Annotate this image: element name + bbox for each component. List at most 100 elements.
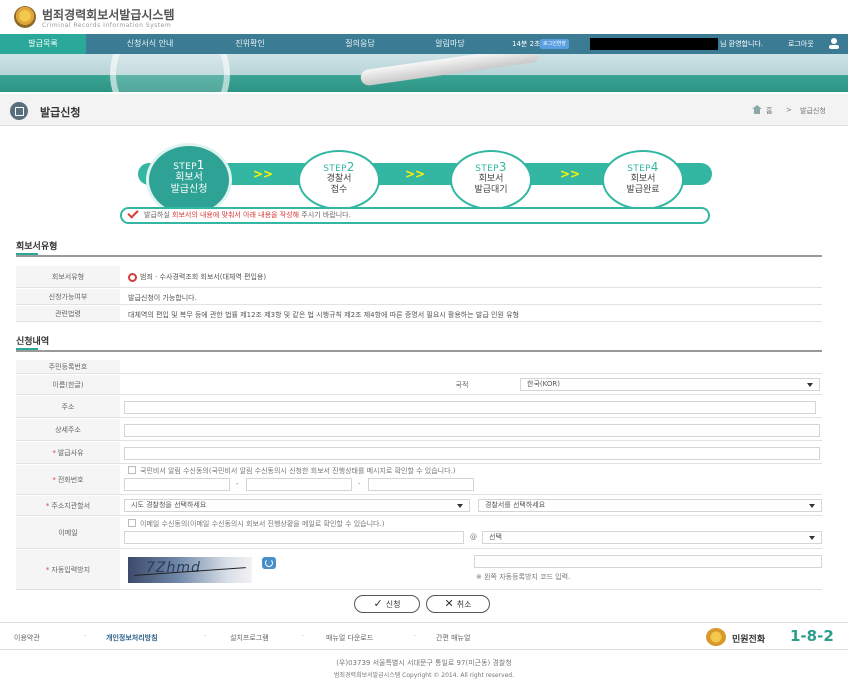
welcome-text: 님 환영합니다.	[720, 40, 764, 48]
police-station-select[interactable]: 경찰서를 선택하세요	[478, 499, 822, 512]
chevron-right-icon: >>	[405, 167, 426, 181]
page-title: 발급신청	[40, 106, 81, 119]
footer-link-quick-manual[interactable]: 간편 매뉴얼	[436, 633, 470, 643]
section-divider	[16, 348, 822, 352]
phone-consent-checkbox[interactable]	[128, 466, 136, 474]
nav-item-issue-list[interactable]: 발급목록	[0, 34, 86, 54]
step-3: STEP3 회보서 발급대기	[450, 150, 532, 210]
phone-part2-input[interactable]	[246, 478, 352, 491]
row-label: 이름(한글)	[16, 375, 120, 394]
phone-part3-input[interactable]	[368, 478, 474, 491]
footer-separator: ·	[204, 632, 207, 640]
row-label: 관련법령	[16, 306, 120, 321]
step-text: 발급대기	[474, 185, 508, 195]
row-label: 신청가능여부	[16, 289, 120, 304]
row-availability: 신청가능여부 발급신청이 가능합니다.	[16, 289, 822, 305]
session-timer: 14분 2초	[512, 40, 541, 48]
step-4: STEP4 회보서 발급완료	[602, 150, 684, 210]
footer-link-install[interactable]: 설치프로그램	[230, 633, 269, 643]
footer-address: (우)03739 서울특별시 서대문구 통일로 97(미근동) 경찰청	[336, 659, 512, 667]
section-title-application: 신청내역	[16, 337, 50, 347]
breadcrumb-home[interactable]: 홈	[766, 106, 772, 116]
notice-banner: 발급하실 회보서의 내용에 맞춰서 아래 내용을 작성해 주시기 바랍니다.	[120, 207, 710, 224]
step-label: STEP1	[173, 158, 205, 172]
magnifier-illustration	[110, 54, 230, 92]
radio-selected-icon[interactable]	[128, 272, 137, 282]
login-extend-button[interactable]: 로그인연장	[540, 39, 570, 49]
row-rrn: 주민등록번호	[16, 360, 822, 374]
step-label: STEP3	[475, 160, 507, 174]
callcenter: 민원전화 1-8-2	[706, 627, 846, 647]
nationality-select[interactable]: 한국(KOR)	[520, 378, 820, 391]
pen-illustration	[359, 54, 541, 87]
notice-text: 주시기 바랍니다.	[299, 211, 351, 219]
step-label: STEP4	[627, 160, 659, 174]
refresh-icon[interactable]	[262, 557, 276, 569]
row-law: 관련법령 대체역의 편입 및 복무 등에 관한 법률 제12조 제3항 및 같은…	[16, 306, 822, 322]
row-report-type: 회보서유형 범죄 · 수사경력조회 회보서(대체역 편입용)	[16, 266, 822, 288]
row-label: 상세주소	[16, 419, 120, 440]
home-icon[interactable]	[752, 105, 762, 114]
step-text: 회보서	[175, 172, 203, 183]
apply-button[interactable]: ✓ 신청	[354, 595, 420, 613]
row-label: 주민등록번호	[16, 360, 120, 373]
reason-input[interactable]	[124, 447, 820, 460]
row-label: 회보서유형	[16, 266, 120, 287]
footer-separator: ·	[302, 632, 305, 640]
row-label: 국적	[455, 380, 469, 389]
breadcrumb-current: 발급신청	[800, 107, 826, 115]
section-title-type: 회보서유형	[16, 242, 58, 252]
nav-item-notice[interactable]: 알림마당	[410, 34, 490, 54]
notice-text: 발급하실	[144, 211, 172, 219]
step-text: 경찰서	[326, 174, 352, 184]
step-1: STEP1 회보서 발급신청	[146, 143, 232, 217]
law-value: 대체역의 편입 및 복무 등에 관한 법률 제12조 제3항 및 같은 법 시행…	[128, 311, 519, 319]
redacted-username	[590, 38, 718, 50]
footer-copyright: 범죄경력회보서발급시스템 Copyright © 2014. All right…	[334, 672, 514, 679]
cancel-button[interactable]: ✕ 취소	[426, 595, 490, 613]
footer-separator: ·	[84, 632, 87, 640]
step-text: 발급완료	[626, 185, 660, 195]
page-title-bar: 발급신청 홈 > 발급신청	[0, 94, 848, 126]
chevron-right-icon: >>	[560, 167, 581, 181]
section-divider	[16, 253, 822, 257]
step-text: 회보서	[478, 174, 504, 184]
checkmark-icon	[127, 207, 139, 219]
address-input[interactable]	[124, 401, 816, 414]
main-nav: 발급목록 신청서식 안내 진위확인 질의응답 알림마당 14분 2초 로그인연장…	[0, 34, 848, 54]
police-emblem-icon	[706, 628, 726, 646]
user-icon[interactable]	[828, 37, 840, 49]
nav-item-verify[interactable]: 진위확인	[210, 34, 290, 54]
row-label: 주소	[16, 396, 120, 417]
document-icon	[10, 102, 28, 120]
footer-link-manual-download[interactable]: 매뉴얼 다운로드	[326, 633, 373, 643]
logout-button[interactable]: 로그아웃	[788, 34, 814, 54]
email-consent-checkbox[interactable]	[128, 519, 136, 527]
footer-separator: ·	[414, 632, 417, 640]
chevron-right-icon: >>	[253, 167, 274, 181]
close-icon: ✕	[444, 597, 454, 610]
captcha-input[interactable]	[474, 555, 822, 568]
row-label: * 주소지관할서	[16, 496, 120, 515]
email-domain-select[interactable]: 선택	[482, 531, 822, 544]
header-banner	[0, 54, 848, 92]
site-subtitle: Criminal Records Information System	[42, 22, 172, 29]
row-label: * 발급사유	[16, 442, 120, 463]
site-title[interactable]: 범죄경력회보서발급시스템	[42, 6, 174, 23]
footer-link-privacy[interactable]: 개인정보처리방침	[106, 633, 158, 643]
notice-highlight: 회보서의 내용에 맞춰서 아래 내용을 작성해	[172, 211, 300, 219]
check-icon: ✓	[373, 597, 383, 610]
report-type-radio[interactable]: 범죄 · 수사경력조회 회보서(대체역 편입용)	[128, 272, 266, 282]
email-at-sign: @	[470, 533, 477, 541]
step-text: 접수	[330, 185, 348, 195]
police-emblem-icon[interactable]	[14, 6, 36, 28]
nav-item-qna[interactable]: 질의응답	[320, 34, 400, 54]
phone-part1-input[interactable]	[124, 478, 230, 491]
nav-item-form-guide[interactable]: 신청서식 안내	[100, 34, 200, 54]
footer-link-terms[interactable]: 이용약관	[14, 633, 40, 643]
header: 범죄경력회보서발급시스템 Criminal Records Informatio…	[0, 0, 848, 34]
callcenter-number: 1-8-2	[790, 627, 834, 645]
police-agency-select[interactable]: 시도 경찰청을 선택하세요	[124, 499, 470, 512]
email-id-input[interactable]	[124, 531, 464, 544]
address-detail-input[interactable]	[124, 424, 820, 437]
